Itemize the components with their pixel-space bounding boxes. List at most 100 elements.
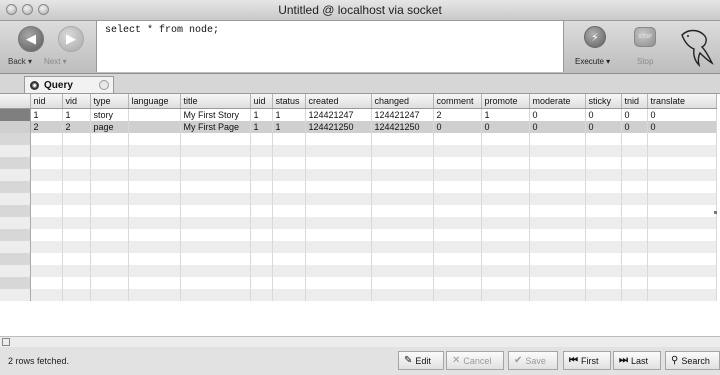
table-row[interactable] [0,193,717,205]
cell-changed[interactable] [371,289,434,301]
cell-title[interactable] [180,205,251,217]
cell-title[interactable]: My First Story [180,108,251,121]
cell-title[interactable] [180,133,251,145]
cell-translate[interactable] [647,253,717,265]
table-row[interactable] [0,157,717,169]
cell-uid[interactable] [250,133,273,145]
cell-comment[interactable] [433,157,482,169]
cell-tnid[interactable] [621,205,648,217]
cell-moderate[interactable] [529,265,586,277]
cell-title[interactable]: My First Page [180,121,251,133]
column-header-translate[interactable]: translate [647,94,717,109]
row-header[interactable] [0,277,31,289]
cell-created[interactable] [305,157,372,169]
cell-uid[interactable]: 1 [250,121,273,133]
cell-uid[interactable] [250,145,273,157]
cell-nid[interactable] [30,181,63,193]
column-header-title[interactable]: title [180,94,251,109]
cell-comment[interactable] [433,205,482,217]
cell-uid[interactable] [250,265,273,277]
row-header[interactable] [0,133,31,145]
cell-comment[interactable] [433,181,482,193]
cell-changed[interactable] [371,181,434,193]
cell-changed[interactable] [371,193,434,205]
cell-sticky[interactable] [585,133,622,145]
row-header[interactable] [0,181,31,193]
last-button[interactable]: ⏭ Last [613,351,661,370]
cell-promote[interactable] [481,157,530,169]
cell-sticky[interactable] [585,205,622,217]
cell-nid[interactable]: 1 [30,108,63,121]
cell-sticky[interactable]: 0 [585,108,622,121]
cell-uid[interactable] [250,205,273,217]
query-editor[interactable]: select * from node; [96,21,564,72]
column-header-nid[interactable]: nid [30,94,63,109]
cancel-button[interactable]: ✕ Cancel [446,351,504,370]
cell-status[interactable] [272,169,306,181]
table-row[interactable]: 1 1 story My First Story 1 1 124421247 12442124… [0,108,717,121]
cell-type[interactable] [90,157,129,169]
cell-moderate[interactable]: 0 [529,108,586,121]
cell-tnid[interactable] [621,229,648,241]
cell-language[interactable] [128,157,181,169]
cell-type[interactable]: story [90,108,129,121]
cell-created[interactable] [305,265,372,277]
cell-uid[interactable]: 1 [250,108,273,121]
cell-vid[interactable] [62,241,91,253]
cell-type[interactable] [90,277,129,289]
cell-moderate[interactable] [529,253,586,265]
cell-moderate[interactable] [529,169,586,181]
cell-changed[interactable] [371,217,434,229]
cell-vid[interactable] [62,169,91,181]
cell-type[interactable] [90,241,129,253]
table-row[interactable] [0,205,717,217]
cell-promote[interactable] [481,145,530,157]
cell-translate[interactable] [647,169,717,181]
cell-language[interactable] [128,145,181,157]
cell-language[interactable] [128,169,181,181]
cell-changed[interactable]: 124421250 [371,121,434,133]
cell-comment[interactable]: 2 [433,108,482,121]
cell-created[interactable] [305,289,372,301]
table-row[interactable] [0,241,717,253]
cell-vid[interactable] [62,289,91,301]
execute-menu-label[interactable]: Execute ▾ [575,57,610,66]
row-header[interactable] [0,241,31,253]
cell-type[interactable]: page [90,121,129,133]
cell-status[interactable] [272,145,306,157]
edit-button[interactable]: ✎ Edit [398,351,444,370]
cell-status[interactable]: 1 [272,121,306,133]
cell-nid[interactable] [30,217,63,229]
cell-nid[interactable] [30,253,63,265]
cell-translate[interactable] [647,229,717,241]
cell-status[interactable] [272,253,306,265]
cell-sticky[interactable] [585,253,622,265]
save-button[interactable]: ✔ Save [508,351,558,370]
cell-title[interactable] [180,217,251,229]
cell-comment[interactable] [433,217,482,229]
cell-comment[interactable] [433,145,482,157]
cell-changed[interactable] [371,265,434,277]
cell-promote[interactable] [481,169,530,181]
cell-promote[interactable]: 0 [481,121,530,133]
cell-comment[interactable] [433,133,482,145]
cell-title[interactable] [180,277,251,289]
cell-moderate[interactable] [529,193,586,205]
cell-moderate[interactable] [529,241,586,253]
cell-translate[interactable] [647,241,717,253]
cell-nid[interactable] [30,241,63,253]
cell-sticky[interactable] [585,277,622,289]
cell-vid[interactable] [62,277,91,289]
cell-title[interactable] [180,229,251,241]
cell-changed[interactable] [371,169,434,181]
cell-uid[interactable] [250,277,273,289]
row-header[interactable] [0,289,31,301]
cell-language[interactable] [128,108,181,121]
cell-comment[interactable] [433,277,482,289]
cell-sticky[interactable] [585,181,622,193]
cell-created[interactable] [305,133,372,145]
cell-changed[interactable] [371,229,434,241]
cell-translate[interactable] [647,133,717,145]
table-row[interactable] [0,217,717,229]
cell-tnid[interactable] [621,265,648,277]
